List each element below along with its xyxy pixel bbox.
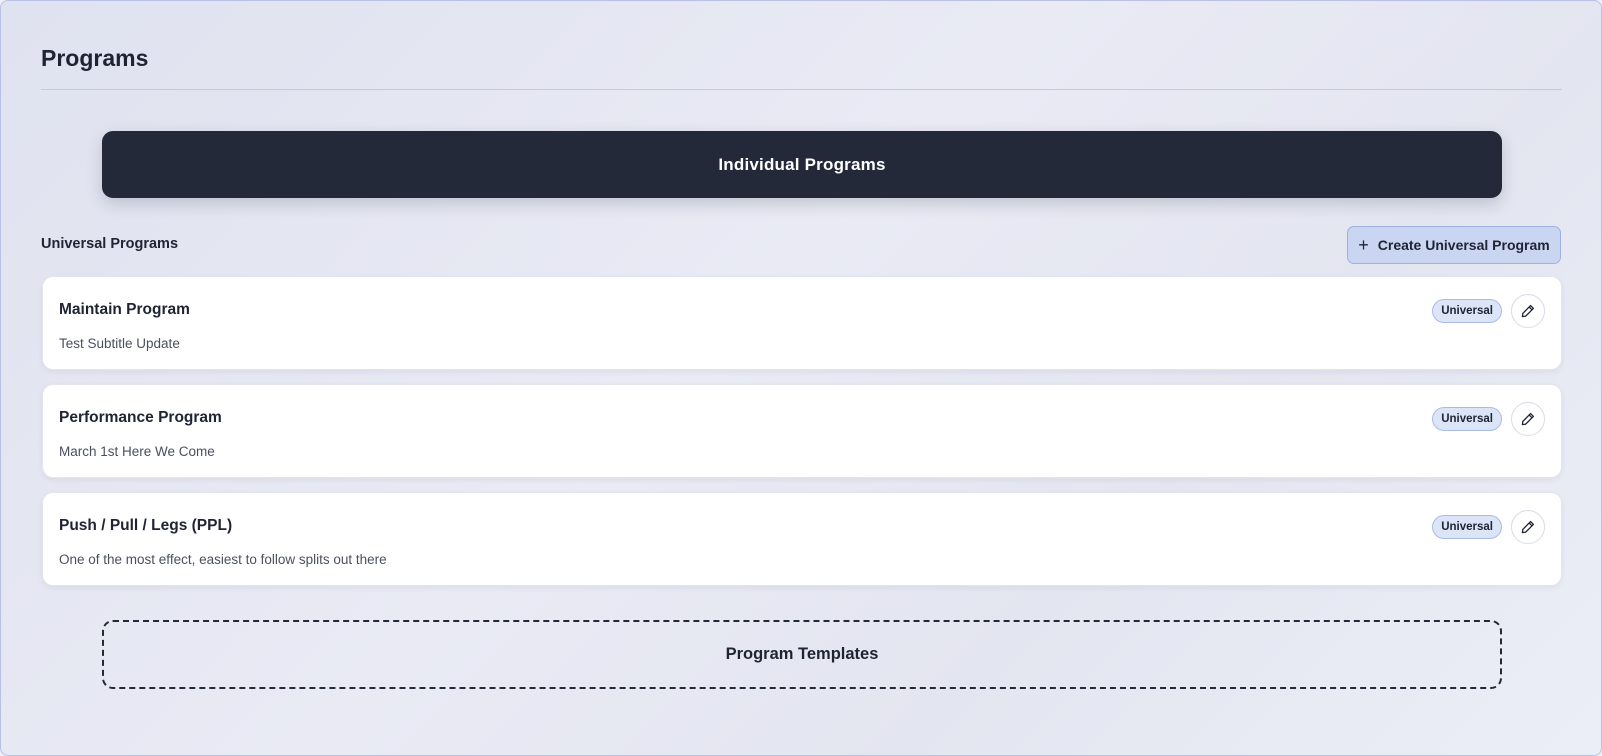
pencil-icon [1521,520,1535,534]
individual-programs-label: Individual Programs [718,154,886,174]
edit-program-button[interactable] [1511,402,1545,436]
programs-page: Programs Individual Programs Universal P… [0,0,1602,756]
title-divider [41,89,1562,90]
program-title: Maintain Program [59,301,190,318]
program-title: Performance Program [59,409,222,426]
program-subtitle: One of the most effect, easiest to follo… [59,552,387,567]
universal-badge: Universal [1432,515,1502,539]
create-universal-program-button[interactable]: + Create Universal Program [1347,226,1561,264]
universal-badge: Universal [1432,407,1502,431]
universal-badge: Universal [1432,299,1502,323]
program-card-maintain[interactable]: Maintain Program Test Subtitle Update Un… [42,276,1562,370]
program-subtitle: Test Subtitle Update [59,336,180,351]
program-title: Push / Pull / Legs (PPL) [59,517,233,534]
plus-icon: + [1358,234,1369,255]
create-universal-program-label: Create Universal Program [1377,237,1550,253]
edit-program-button[interactable] [1511,510,1545,544]
individual-programs-button[interactable]: Individual Programs [102,131,1502,198]
edit-program-button[interactable] [1511,294,1545,328]
program-subtitle: March 1st Here We Come [59,444,215,459]
program-card-ppl[interactable]: Push / Pull / Legs (PPL) One of the most… [42,492,1562,586]
program-card-performance[interactable]: Performance Program March 1st Here We Co… [42,384,1562,478]
program-templates-button[interactable]: Program Templates [102,620,1502,689]
page-title: Programs [41,45,149,71]
program-templates-label: Program Templates [725,645,879,663]
pencil-icon [1521,412,1535,426]
universal-programs-heading: Universal Programs [41,236,179,252]
pencil-icon [1521,304,1535,318]
